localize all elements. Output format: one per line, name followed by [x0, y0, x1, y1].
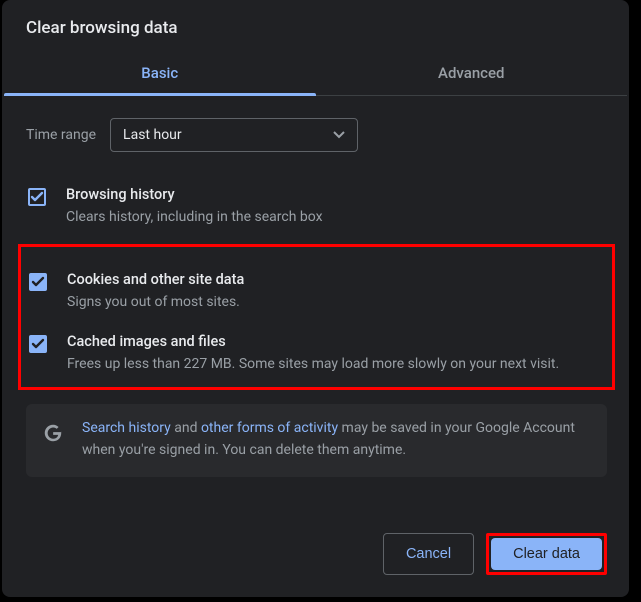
info-text: Search history and other forms of activi…: [82, 418, 591, 461]
checkbox-cookies[interactable]: [29, 273, 47, 291]
option-desc: Signs you out of most sites.: [67, 292, 604, 313]
dialog-footer: Cancel Clear data: [2, 515, 629, 597]
tab-bar: Basic Advanced: [4, 52, 627, 96]
dialog-body: Time range Last hour Browsing history Cl…: [2, 96, 629, 515]
options-list: Browsing history Clears history, includi…: [28, 180, 605, 477]
option-title: Browsing history: [66, 186, 605, 203]
checkbox-cache[interactable]: [29, 335, 47, 353]
option-title: Cookies and other site data: [67, 271, 604, 288]
option-title: Cached images and files: [67, 333, 604, 350]
option-browsing-history: Browsing history Clears history, includi…: [28, 180, 605, 242]
cancel-button[interactable]: Cancel: [383, 533, 474, 575]
option-cache: Cached images and files Frees up less th…: [29, 327, 604, 381]
option-desc: Frees up less than 227 MB. Some sites ma…: [67, 354, 604, 375]
option-cookies: Cookies and other site data Signs you ou…: [29, 265, 604, 327]
option-desc: Clears history, including in the search …: [66, 207, 605, 228]
time-range-label: Time range: [26, 127, 96, 143]
time-range-row: Time range Last hour: [26, 118, 605, 152]
tab-basic[interactable]: Basic: [4, 52, 316, 95]
tab-advanced[interactable]: Advanced: [316, 52, 628, 95]
clear-data-button[interactable]: Clear data: [491, 538, 602, 570]
link-other-activity[interactable]: other forms of activity: [201, 420, 338, 436]
clear-browsing-data-dialog: Clear browsing data Basic Advanced Time …: [2, 0, 629, 597]
clear-data-highlight: Clear data: [486, 533, 607, 575]
google-icon: [42, 422, 64, 444]
time-range-select[interactable]: Last hour: [110, 118, 358, 152]
dialog-title: Clear browsing data: [2, 0, 629, 52]
google-account-info: Search history and other forms of activi…: [26, 404, 607, 477]
highlighted-options: Cookies and other site data Signs you ou…: [18, 244, 615, 390]
time-range-value: Last hour: [123, 127, 182, 143]
checkbox-browsing-history[interactable]: [28, 188, 46, 206]
link-search-history[interactable]: Search history: [82, 420, 171, 436]
chevron-down-icon: [333, 131, 345, 139]
